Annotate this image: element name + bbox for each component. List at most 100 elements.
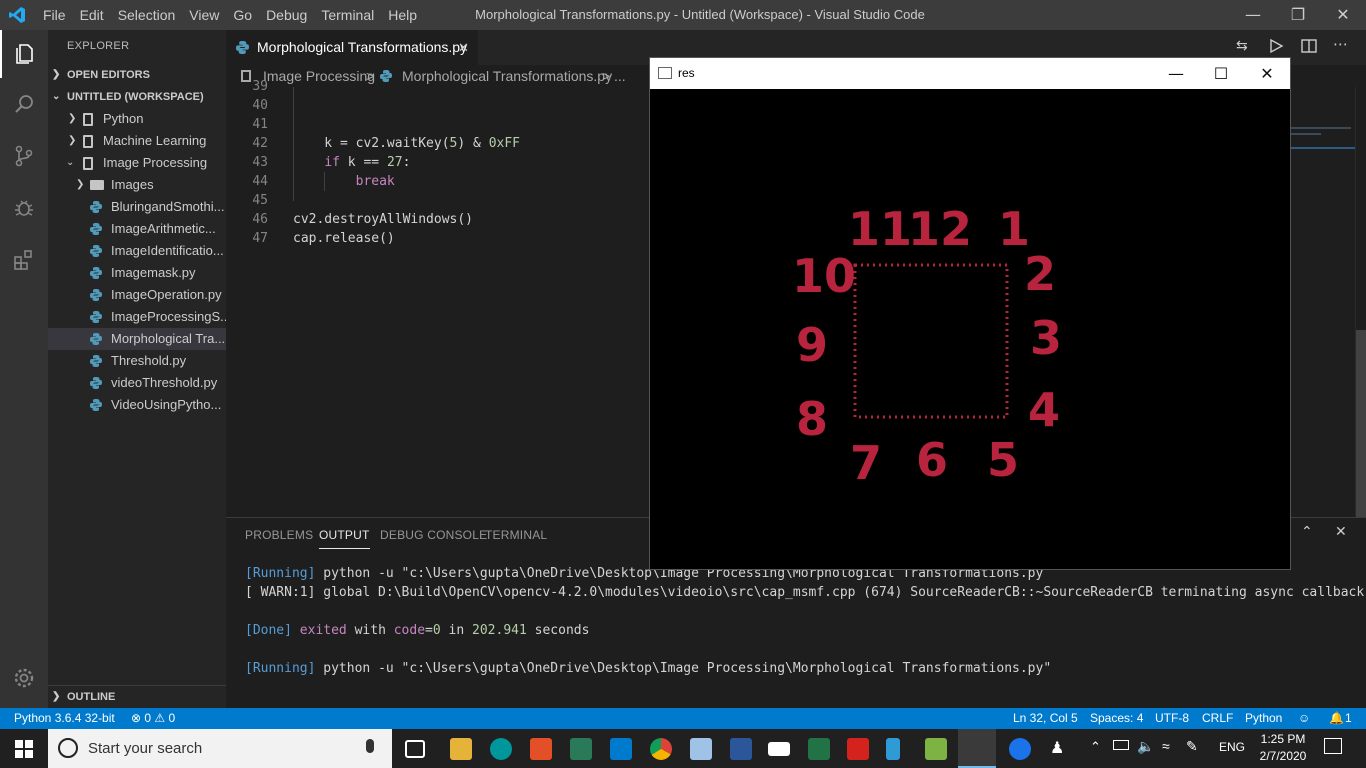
android-icon[interactable]	[925, 738, 947, 760]
tree-file[interactable]: ImageArithmetic...	[48, 218, 226, 240]
close-button[interactable]: ✕	[1320, 0, 1366, 30]
python-interpreter[interactable]: Python 3.6.4 32-bit	[14, 708, 115, 729]
menu-edit[interactable]: Edit	[73, 0, 111, 30]
debug-icon[interactable]	[0, 184, 48, 232]
encoding[interactable]: UTF-8	[1155, 708, 1189, 729]
maximize-panel-icon[interactable]: ⌃	[1301, 524, 1313, 540]
tree-folder-images[interactable]: ❯ Images	[48, 174, 226, 196]
res-close-button[interactable]: ✕	[1244, 58, 1290, 89]
settings-gear-icon[interactable]	[0, 654, 48, 702]
app-icon[interactable]	[690, 738, 712, 760]
more-actions-icon[interactable]: ⋯	[1333, 35, 1348, 53]
res-maximize-button[interactable]: ☐	[1198, 58, 1244, 89]
chrome-icon[interactable]	[650, 738, 672, 760]
res-title-bar[interactable]: res — ☐ ✕	[650, 58, 1290, 89]
task-view-icon[interactable]	[405, 740, 425, 758]
menu-file[interactable]: File	[36, 0, 73, 30]
res-minimize-button[interactable]: —	[1153, 58, 1199, 89]
breadcrumb-item[interactable]: ...	[614, 65, 626, 87]
tree-root-image-processing[interactable]: ⌄ Image Processing	[48, 152, 226, 174]
taskbar-search-box[interactable]: Start your search	[48, 729, 392, 768]
code-editor[interactable]: 39 40 41 42 43 44 45 46 47 k = cv2.waitK…	[226, 79, 650, 517]
workspace-section[interactable]: ⌄ UNTITLED (WORKSPACE)	[48, 86, 226, 108]
restore-button[interactable]: ❐	[1275, 0, 1321, 30]
indentation[interactable]: Spaces: 4	[1090, 708, 1143, 729]
help-icon[interactable]	[1009, 738, 1031, 760]
breadcrumb-item[interactable]: Morphological Transformations.py	[402, 65, 612, 87]
run-icon[interactable]	[1268, 38, 1288, 56]
vscode-icon[interactable]	[610, 738, 632, 760]
mail-icon[interactable]	[768, 742, 790, 756]
clock-time[interactable]: 1:25 PM	[1257, 732, 1309, 746]
feedback-smiley-icon[interactable]: ☺	[1298, 708, 1310, 729]
tab-output[interactable]: OUTPUT	[319, 528, 370, 549]
source-control-icon[interactable]	[0, 132, 48, 180]
battery-icon[interactable]	[1113, 740, 1129, 750]
microphone-icon[interactable]	[366, 739, 374, 753]
tree-file[interactable]: Imagemask.py	[48, 262, 226, 284]
wifi-icon[interactable]: ≈	[1162, 738, 1170, 754]
menu-selection[interactable]: Selection	[111, 0, 183, 30]
volume-icon[interactable]: 🔈	[1137, 738, 1154, 755]
app-icon[interactable]	[570, 738, 592, 760]
chevron-right-icon: ❯	[68, 113, 77, 124]
open-editors-section[interactable]: ❯ OPEN EDITORS	[48, 64, 226, 86]
outline-section[interactable]: ❯ OUTLINE	[48, 685, 226, 707]
tree-file[interactable]: VideoUsingPytho...	[48, 394, 226, 416]
line-number: 44	[252, 174, 268, 189]
tab-debug-console[interactable]: DEBUG CONSOLE	[380, 528, 487, 542]
excel-icon[interactable]	[808, 738, 830, 760]
python-taskbar-icon-active[interactable]	[958, 729, 996, 768]
tree-file[interactable]: BluringandSmothi...	[48, 196, 226, 218]
extensions-icon[interactable]	[0, 236, 48, 284]
compare-changes-icon[interactable]: ⇆	[1236, 38, 1256, 56]
app-icon[interactable]	[886, 738, 900, 760]
menu-terminal[interactable]: Terminal	[314, 0, 381, 30]
action-center-icon[interactable]	[1324, 738, 1342, 754]
tree-file[interactable]: videoThreshold.py	[48, 372, 226, 394]
tree-file[interactable]: ImageIdentificatio...	[48, 240, 226, 262]
editor-tab-active[interactable]: Morphological Transformations.py ✕	[226, 30, 478, 65]
tab-terminal[interactable]: TERMINAL	[485, 528, 547, 542]
problems-count[interactable]: ⊗ 0 ⚠ 0	[131, 708, 175, 729]
split-editor-icon[interactable]	[1301, 38, 1321, 56]
people-icon[interactable]: ♟	[1050, 738, 1064, 758]
menu-view[interactable]: View	[182, 0, 226, 30]
word-icon[interactable]	[730, 738, 752, 760]
minimap[interactable]	[1291, 87, 1355, 517]
file-explorer-icon[interactable]	[450, 738, 472, 760]
menu-help[interactable]: Help	[381, 0, 424, 30]
tree-root-machine-learning[interactable]: ❯ Machine Learning	[48, 130, 226, 152]
minimize-button[interactable]: —	[1230, 0, 1276, 30]
menu-debug[interactable]: Debug	[259, 0, 314, 30]
line-ending[interactable]: CRLF	[1202, 708, 1233, 729]
tree-file-selected[interactable]: Morphological Tra...	[48, 328, 226, 350]
tree-file[interactable]: ImageOperation.py	[48, 284, 226, 306]
app-icon[interactable]	[530, 738, 552, 760]
acrobat-icon[interactable]	[847, 738, 869, 760]
search-icon[interactable]	[0, 80, 48, 128]
clock-date[interactable]: 2/7/2020	[1253, 749, 1313, 763]
tree-file[interactable]: ImageProcessingS...	[48, 306, 226, 328]
cursor-position[interactable]: Ln 32, Col 5	[1013, 708, 1078, 729]
chevron-up-icon[interactable]: ⌃	[1090, 739, 1101, 755]
scrollbar-thumb[interactable]	[1356, 330, 1366, 517]
close-panel-icon[interactable]: ✕	[1335, 524, 1347, 540]
close-tab-icon[interactable]: ✕	[458, 30, 469, 65]
language-mode[interactable]: Python	[1245, 708, 1282, 729]
tab-problems[interactable]: PROBLEMS	[245, 528, 313, 542]
tree-root-python[interactable]: ❯ Python	[48, 108, 226, 130]
language-indicator[interactable]: ENG	[1219, 740, 1245, 754]
menu-go[interactable]: Go	[226, 0, 259, 30]
editor-scrollbar[interactable]	[1355, 87, 1366, 517]
arduino-icon[interactable]	[490, 738, 512, 760]
notification-count[interactable]: 1	[1345, 708, 1352, 729]
tree-file[interactable]: Threshold.py	[48, 350, 226, 372]
bell-icon[interactable]: 🔔	[1329, 708, 1344, 729]
explorer-icon[interactable]	[0, 30, 48, 78]
res-window[interactable]: res — ☐ ✕ 11 12 1 2 3 4 5 6 7 8 9 10	[649, 57, 1291, 570]
breadcrumb-item[interactable]: Image Processing	[263, 65, 375, 87]
pen-icon[interactable]: ✎	[1186, 738, 1198, 755]
code-line: break	[355, 174, 395, 189]
windows-start-icon[interactable]	[15, 740, 33, 758]
